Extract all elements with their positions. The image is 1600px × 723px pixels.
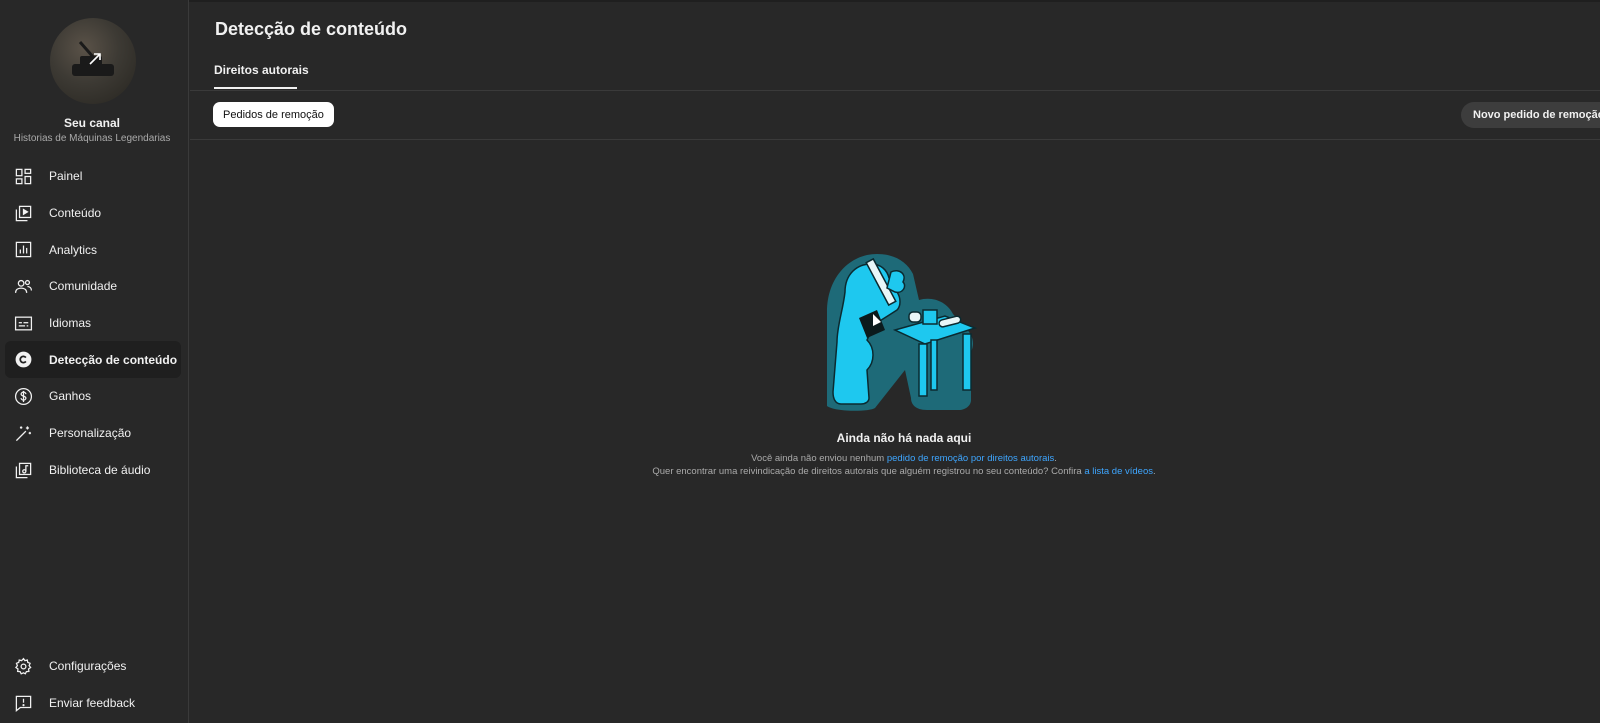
content-icon xyxy=(15,205,32,221)
sidebar-item-label: Idiomas xyxy=(49,316,92,331)
sidebar-nav: Painel Conteúdo Analytics Comunidade Idi… xyxy=(5,158,181,488)
feedback-icon xyxy=(15,695,32,712)
sidebar-item-ganhos[interactable]: Ganhos xyxy=(5,378,181,415)
empty-hint-text: Quer encontrar uma reivindicação de dire… xyxy=(652,466,1085,477)
sidebar-item-label: Personalização xyxy=(49,426,132,441)
sidebar-item-label: Biblioteca de áudio xyxy=(49,462,151,477)
community-icon xyxy=(14,279,33,293)
sidebar-item-label: Comunidade xyxy=(49,279,118,294)
sidebar-item-label: Configurações xyxy=(49,659,127,674)
sidebar-item-analytics[interactable]: Analytics xyxy=(5,231,181,268)
new-takedown-request-button[interactable]: Novo pedido de remoção xyxy=(1461,102,1600,128)
empty-state-title: Ainda não há nada aqui xyxy=(836,431,972,445)
empty-state-illustration xyxy=(827,254,978,411)
divider xyxy=(190,139,1600,140)
divider xyxy=(190,90,1600,91)
sidebar-item-personalizacao[interactable]: Personalização xyxy=(5,415,181,452)
channel-avatar[interactable] xyxy=(50,18,136,104)
sidebar-item-label: Conteúdo xyxy=(49,206,102,221)
audio-library-icon xyxy=(15,462,32,478)
magic-wand-icon xyxy=(15,426,32,441)
sidebar: Seu canal Historias de Máquinas Legendar… xyxy=(0,0,189,723)
sidebar-item-deteccao-de-conteudo[interactable]: Detecção de conteúdo xyxy=(5,341,181,379)
channel-title: Seu canal xyxy=(63,116,121,130)
sidebar-item-label: Analytics xyxy=(49,242,98,257)
dollar-icon xyxy=(14,388,33,406)
active-tab-indicator xyxy=(214,87,297,89)
sidebar-item-label: Detecção de conteúdo xyxy=(49,352,178,367)
sidebar-item-conteudo[interactable]: Conteúdo xyxy=(5,195,181,232)
sidebar-item-painel[interactable]: Painel xyxy=(5,158,181,195)
empty-message-text: Você ainda não enviou nenhum xyxy=(751,453,887,464)
sidebar-item-label: Enviar feedback xyxy=(49,696,136,711)
page-title: Detecção de conteúdo xyxy=(215,19,408,39)
avatar-tank-icon xyxy=(72,41,114,76)
sidebar-item-biblioteca-de-audio[interactable]: Biblioteca de áudio xyxy=(5,452,181,489)
subtitles-icon xyxy=(14,316,33,331)
empty-state-hint: Quer encontrar uma reivindicação de dire… xyxy=(560,466,1248,477)
tab-direitos-autorais[interactable]: Direitos autorais xyxy=(214,63,309,77)
empty-message-text: . xyxy=(1054,453,1057,464)
channel-name: Historias de Máquinas Legendarias xyxy=(13,133,171,144)
analytics-icon xyxy=(15,242,32,258)
empty-state-message: Você ainda não enviou nenhum pedido de r… xyxy=(600,453,1208,464)
copyright-icon xyxy=(15,352,32,368)
empty-hint-text: . xyxy=(1153,466,1156,477)
sidebar-item-label: Ganhos xyxy=(49,389,92,404)
takedown-request-link[interactable]: pedido de remoção por direitos autorais xyxy=(887,453,1054,464)
sidebar-item-idiomas[interactable]: Idiomas xyxy=(5,305,181,342)
video-list-link[interactable]: a lista de vídeos xyxy=(1084,466,1153,477)
sidebar-item-configuracoes[interactable]: Configurações xyxy=(5,648,181,685)
sidebar-item-enviar-feedback[interactable]: Enviar feedback xyxy=(5,685,181,722)
gear-icon xyxy=(14,657,32,675)
sidebar-bottom-nav: Configurações Enviar feedback xyxy=(5,648,181,721)
top-border xyxy=(0,0,1600,2)
sidebar-item-label: Painel xyxy=(49,169,83,184)
dashboard-icon xyxy=(15,168,32,185)
sidebar-item-comunidade[interactable]: Comunidade xyxy=(5,268,181,305)
takedown-requests-chip[interactable]: Pedidos de remoção xyxy=(213,102,334,127)
